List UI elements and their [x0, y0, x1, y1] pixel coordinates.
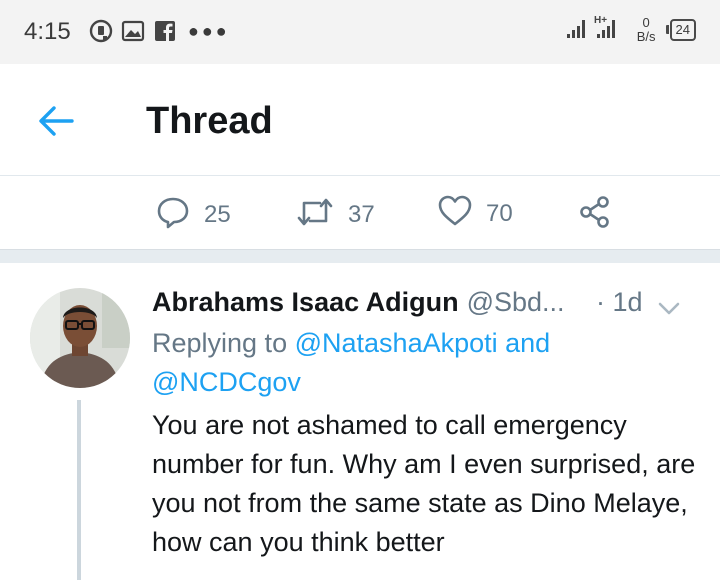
retweet-icon [296, 195, 334, 234]
author-name[interactable]: Abrahams Isaac Adigun [152, 287, 459, 318]
mention-link[interactable]: @NatashaAkpoti [295, 328, 498, 358]
chevron-down-icon[interactable] [658, 292, 680, 315]
tweet-text: You are not ashamed to call emergency nu… [152, 410, 696, 557]
author-handle[interactable]: @Sbd... [467, 287, 565, 318]
retweet-button[interactable]: 37 [296, 195, 375, 234]
notification-icons: ●●● [88, 18, 230, 44]
app-header: Thread [0, 64, 720, 176]
like-button[interactable]: 70 [438, 195, 513, 232]
replying-conjunction: and [505, 328, 551, 358]
avatar[interactable] [30, 288, 130, 388]
status-time: 4:15 [24, 18, 71, 45]
section-divider [0, 249, 720, 263]
network-speed-unit: B/s [636, 28, 656, 44]
app-notification-icon [88, 18, 114, 44]
network-speed: 0 B/s [636, 14, 656, 44]
svg-text:H+: H+ [594, 15, 607, 26]
replying-to: Replying to @NatashaAkpoti and @NCDCgov [152, 324, 672, 402]
system-indicators: H+ 0 B/s 24 [566, 14, 696, 45]
retweet-count: 37 [348, 200, 375, 228]
image-icon [120, 18, 146, 44]
signal-icon: H+ [566, 14, 627, 45]
network-speed-value: 0 [642, 14, 650, 30]
page-title: Thread [146, 100, 273, 142]
status-bar: 4:15 ●●● H+ 0 B/s 24 [0, 0, 720, 64]
share-icon [578, 195, 612, 234]
reply-icon [156, 195, 190, 234]
battery-icon: 24 [665, 18, 696, 41]
tweet-actions-bar: 25 37 70 [0, 177, 720, 249]
like-count: 70 [486, 199, 513, 227]
reply-button[interactable]: 25 [156, 195, 231, 234]
more-notifications-icon: ●●● [188, 20, 230, 41]
facebook-icon [152, 18, 178, 44]
back-arrow-icon[interactable] [36, 104, 76, 138]
reply-count: 25 [204, 200, 231, 228]
mention-link[interactable]: @NCDCgov [152, 367, 301, 397]
share-button[interactable] [578, 195, 612, 234]
tweet-author-row: Abrahams Isaac Adigun @Sbd... · 1d [152, 284, 702, 320]
tweet-time: · 1d [596, 286, 643, 317]
thread-connector-line [77, 400, 81, 580]
battery-tip [665, 25, 669, 34]
heart-icon [438, 195, 472, 232]
battery-level: 24 [669, 18, 696, 41]
replying-to-label: Replying to [152, 328, 288, 358]
